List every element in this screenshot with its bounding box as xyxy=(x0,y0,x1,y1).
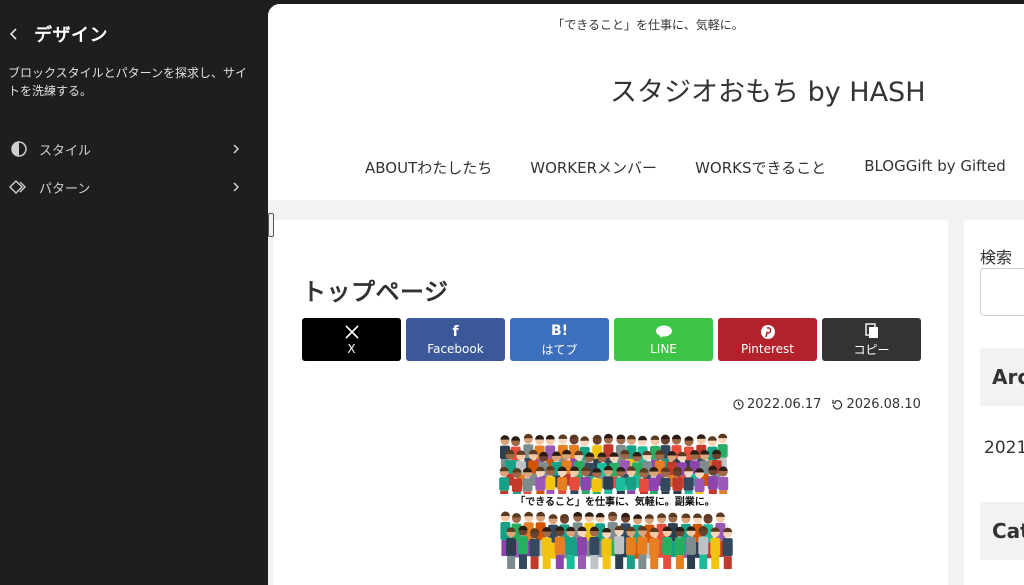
chevron-right-icon xyxy=(226,143,246,155)
published-date-text: 2022.06.17 xyxy=(747,397,822,412)
post-dates: 2022.06.17 2026.08.10 xyxy=(733,397,921,412)
pinterest-icon xyxy=(760,323,776,341)
share-copy-button[interactable]: コピー xyxy=(822,318,921,361)
hatena-icon: B! xyxy=(550,322,569,339)
nav-item-works[interactable]: WORKSできること xyxy=(695,157,826,178)
updated-date-text: 2026.08.10 xyxy=(846,397,921,412)
share-label: Pinterest xyxy=(740,342,794,356)
sidebar-item-label: スタイル xyxy=(39,143,92,159)
sidebar-header: デザイン xyxy=(0,20,108,48)
chevron-left-icon xyxy=(9,28,17,40)
share-label: Facebook xyxy=(427,342,484,356)
share-line-button[interactable]: LINE xyxy=(614,318,713,361)
updated-date: 2026.08.10 xyxy=(832,397,921,412)
nav-item-worker[interactable]: WORKERメンバー xyxy=(530,157,657,178)
share-buttons: X f Facebook B! はてブ LINE Pinterest コピー xyxy=(302,318,926,361)
back-button[interactable] xyxy=(2,20,26,48)
chevron-right-icon xyxy=(226,181,246,193)
share-label: LINE xyxy=(650,342,677,356)
share-label: X xyxy=(347,342,356,356)
x-icon xyxy=(344,323,359,341)
sidebar-item-styles[interactable]: スタイル xyxy=(0,131,268,167)
share-facebook-button[interactable]: f Facebook xyxy=(406,318,505,361)
share-x-button[interactable]: X xyxy=(302,318,401,361)
share-hatena-button[interactable]: B! はてブ xyxy=(510,318,609,361)
archive-heading: Arc xyxy=(980,348,1024,406)
hero-image: 「できること」を仕事に、気軽に。副業に。 xyxy=(492,433,738,573)
design-sidebar: デザイン ブロックスタイルとパターンを探求し、サイトを洗練する。 スタイル パタ… xyxy=(0,0,268,581)
sidebar-description: ブロックスタイルとパターンを探求し、サイトを洗練する。 xyxy=(8,66,248,98)
category-heading: Cat xyxy=(980,502,1024,560)
nav-item-about[interactable]: ABOUTわたしたち xyxy=(365,157,492,178)
share-label: はてブ xyxy=(541,342,578,357)
site-title[interactable]: スタジオおもち by HASH xyxy=(268,70,1024,109)
site-header: 「できること」を仕事に、気軽に。 スタジオおもち by HASH ABOUTわた… xyxy=(268,4,1024,200)
refresh-icon xyxy=(832,399,843,410)
site-preview[interactable]: 「できること」を仕事に、気軽に。 スタジオおもち by HASH ABOUTわた… xyxy=(268,4,1024,585)
line-icon xyxy=(655,323,673,341)
archive-year-link[interactable]: 2021 xyxy=(984,438,1024,458)
widget-sidebar: 検索 Arc 2021 Cat xyxy=(964,220,1024,585)
resize-handle[interactable] xyxy=(268,213,274,237)
copy-icon xyxy=(864,322,879,340)
search-widget-label: 検索 xyxy=(980,248,1013,267)
clock-icon xyxy=(733,399,744,410)
sidebar-item-patterns[interactable]: パターン xyxy=(0,169,268,205)
page-title: トップページ xyxy=(302,278,449,306)
share-pinterest-button[interactable]: Pinterest xyxy=(718,318,817,361)
search-input[interactable] xyxy=(980,268,1024,316)
nav-item-blog[interactable]: BLOGGift by Gifted xyxy=(864,157,1006,178)
site-nav: ABOUTわたしたち WORKERメンバー WORKSできること BLOGGif… xyxy=(365,157,1006,178)
share-label: コピー xyxy=(853,342,890,357)
hero-caption: 「できること」を仕事に、気軽に。副業に。 xyxy=(492,494,738,511)
main-content: トップページ X f Facebook B! はてブ LINE Pinteres… xyxy=(273,220,948,585)
sidebar-item-label: パターン xyxy=(39,181,91,197)
site-tagline: 「できること」を仕事に、気軽に。 xyxy=(552,18,744,32)
facebook-icon: f xyxy=(452,324,459,340)
sidebar-title: デザイン xyxy=(34,25,108,46)
contrast-icon xyxy=(9,139,29,159)
published-date: 2022.06.17 xyxy=(733,397,821,412)
pattern-icon xyxy=(9,177,29,197)
